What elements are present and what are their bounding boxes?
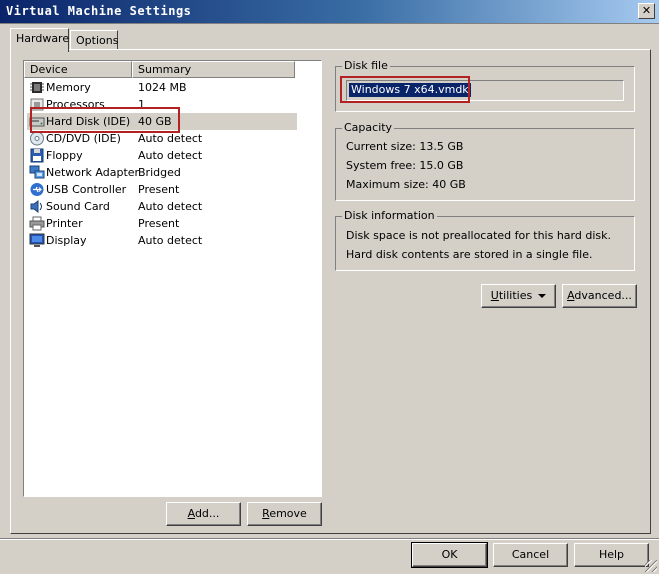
device-row-floppy[interactable]: Floppy Auto detect [27, 147, 297, 164]
display-icon [29, 233, 45, 247]
disk-info-line-2: Hard disk contents are stored in a singl… [346, 248, 593, 261]
remove-button-label-post: emove [269, 507, 307, 520]
device-name: Sound Card [46, 200, 110, 213]
column-header-summary[interactable]: Summary [132, 61, 295, 78]
help-button[interactable]: Help [574, 543, 649, 567]
device-row-printer[interactable]: Printer Present [27, 215, 297, 232]
system-free-text: System free: 15.0 GB [346, 159, 464, 172]
utilities-button-label-post: tilities [498, 289, 533, 302]
utilities-button[interactable]: Utilities [481, 284, 556, 308]
cancel-button[interactable]: Cancel [493, 543, 568, 567]
device-summary: Auto detect [138, 132, 203, 145]
device-summary: Present [138, 217, 180, 230]
highlight-box-hard-disk [30, 107, 180, 133]
maximum-size-text: Maximum size: 40 GB [346, 178, 466, 191]
add-button-accelerator: A [187, 507, 195, 520]
device-summary: Present [138, 183, 180, 196]
column-header-device[interactable]: Device [24, 61, 132, 78]
ok-button-label: OK [441, 548, 458, 561]
resize-grip-icon[interactable] [645, 560, 657, 572]
device-row-sound-card[interactable]: Sound Card Auto detect [27, 198, 297, 215]
tab-options-label: Options [76, 34, 119, 47]
close-icon[interactable]: ✕ [638, 3, 655, 19]
device-row-network-adapter[interactable]: Network Adapter Bridged [27, 164, 297, 181]
disk-file-legend: Disk file [342, 59, 390, 72]
device-row-display[interactable]: Display Auto detect [27, 232, 297, 249]
add-button-label-post: dd... [194, 507, 220, 520]
cancel-button-label: Cancel [511, 548, 550, 561]
highlight-box-disk-file [340, 76, 470, 103]
disk-info-line-1: Disk space is not preallocated for this … [346, 229, 611, 242]
device-name: Floppy [46, 149, 83, 162]
capacity-legend: Capacity [342, 121, 395, 134]
cd-dvd-icon [30, 131, 44, 146]
device-summary: Auto detect [138, 234, 203, 247]
device-summary: 1024 MB [138, 81, 187, 94]
advanced-button[interactable]: Advanced... [562, 284, 637, 308]
tab-hardware-label: Hardware [16, 32, 70, 45]
device-name: Display [46, 234, 87, 247]
footer-separator-highlight [0, 539, 659, 540]
device-name: Network Adapter [46, 166, 140, 179]
window-title: Virtual Machine Settings [6, 4, 192, 18]
printer-icon [29, 216, 45, 231]
device-row-memory[interactable]: Memory 1024 MB [27, 79, 297, 96]
utilities-button-accelerator: U [490, 289, 499, 302]
help-button-label: Help [598, 548, 625, 561]
column-header-device-label: Device [30, 63, 68, 76]
device-row-usb-controller[interactable]: USB Controller Present [27, 181, 297, 198]
device-name: USB Controller [46, 183, 127, 196]
device-name: Memory [46, 81, 91, 94]
network-adapter-icon [29, 165, 45, 179]
remove-button[interactable]: Remove [247, 502, 322, 526]
device-summary: Bridged [138, 166, 181, 179]
device-summary: Auto detect [138, 200, 203, 213]
add-button[interactable]: Add... [166, 502, 241, 526]
capacity-group: Capacity Current size: 13.5 GB System fr… [335, 121, 635, 201]
memory-icon [30, 82, 44, 93]
usb-icon [30, 183, 44, 196]
ok-button[interactable]: OK [411, 542, 488, 568]
sound-card-icon [30, 200, 42, 213]
device-summary: Auto detect [138, 149, 203, 162]
tab-options[interactable]: Options [70, 30, 118, 49]
disk-information-group: Disk information Disk space is not preal… [335, 209, 635, 271]
device-name: CD/DVD (IDE) [46, 132, 121, 145]
current-size-text: Current size: 13.5 GB [346, 140, 464, 153]
floppy-icon [30, 148, 44, 163]
device-name: Printer [46, 217, 83, 230]
disk-information-legend: Disk information [342, 209, 437, 222]
chevron-down-icon [538, 294, 547, 298]
column-header-summary-label: Summary [138, 63, 192, 76]
tab-hardware[interactable]: Hardware [10, 28, 69, 52]
title-bar: Virtual Machine Settings ✕ [0, 0, 659, 24]
advanced-button-label-post: dvanced... [574, 289, 632, 302]
